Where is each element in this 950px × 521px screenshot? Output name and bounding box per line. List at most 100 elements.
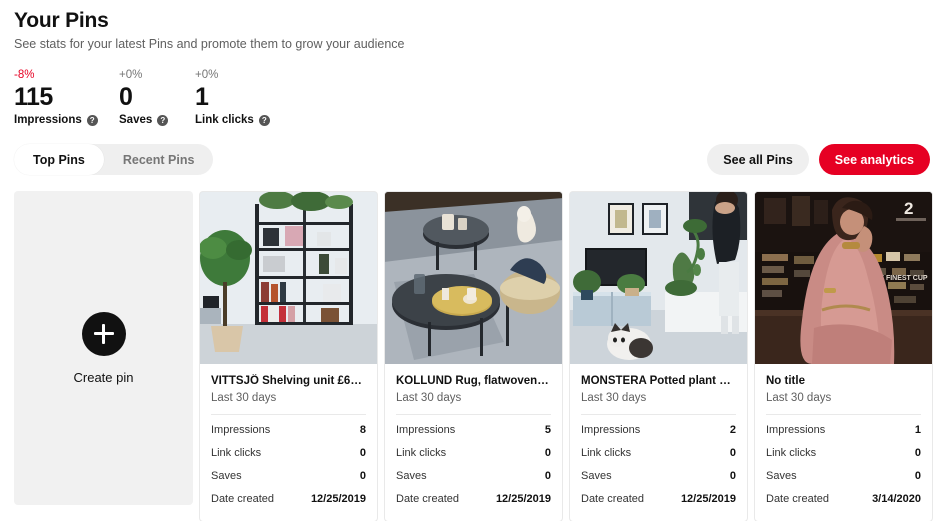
pin-body: VITTSJÖ Shelving unit £65 RA... Last 30 … <box>200 364 377 405</box>
metric-impressions-label: Impressions <box>14 114 82 126</box>
stat-value-date-created: 3/14/2020 <box>872 493 921 505</box>
stat-label-saves: Saves <box>211 470 242 482</box>
metric-link-clicks-label: Link clicks <box>195 114 254 126</box>
metric-impressions-label-row: Impressions ? <box>14 114 119 127</box>
stat-label-date-created: Date created <box>581 493 644 505</box>
metric-impressions-delta: -8% <box>14 69 35 81</box>
pin-period: Last 30 days <box>581 392 647 404</box>
metric-link-clicks-delta: +0% <box>195 69 219 81</box>
stat-value-impressions: 8 <box>359 424 366 436</box>
stat-label-date-created: Date created <box>396 493 459 505</box>
stat-value-impressions: 5 <box>544 424 551 436</box>
metric-saves-delta: +0% <box>119 69 143 81</box>
stat-row-date-created: Date created 3/14/2020 <box>766 488 921 511</box>
pin-image: 2 THE FINEST CUP <box>755 192 932 364</box>
pin-title: No title <box>766 375 805 387</box>
tab-recent-pins[interactable]: Recent Pins <box>104 144 214 175</box>
pin-body: MONSTERA Potted plant £15 K... Last 30 d… <box>570 364 747 405</box>
pin-image <box>385 192 562 364</box>
stat-row-link-clicks: Link clicks 0 <box>211 442 366 465</box>
stat-label-saves: Saves <box>396 470 427 482</box>
create-pin-label: Create pin <box>73 369 134 385</box>
plus-icon <box>81 311 126 356</box>
pin-stats: Impressions 8 Link clicks 0 Saves 0 Date… <box>200 415 377 521</box>
stat-value-saves: 0 <box>914 470 921 482</box>
stat-row-link-clicks: Link clicks 0 <box>766 442 921 465</box>
pin-stats: Impressions 2 Link clicks 0 Saves 0 Date… <box>570 415 747 521</box>
page-header: Your Pins See stats for your latest Pins… <box>14 0 936 52</box>
pin-card[interactable]: MONSTERA Potted plant £15 K... Last 30 d… <box>569 191 748 521</box>
stat-row-link-clicks: Link clicks 0 <box>396 442 551 465</box>
stat-value-link-clicks: 0 <box>359 447 366 459</box>
stat-value-link-clicks: 0 <box>544 447 551 459</box>
pin-image <box>200 192 377 364</box>
stat-row-impressions: Impressions 5 <box>396 419 551 442</box>
stat-label-link-clicks: Link clicks <box>211 447 262 459</box>
stat-label-link-clicks: Link clicks <box>766 447 817 459</box>
pin-body: No title Last 30 days <box>755 364 932 405</box>
pin-grid: Create pin VITTSJÖ Shelving unit £65 Las… <box>14 191 933 521</box>
stat-label-saves: Saves <box>581 470 612 482</box>
stat-value-saves: 0 <box>729 470 736 482</box>
stat-label-link-clicks: Link clicks <box>396 447 447 459</box>
stat-row-impressions: Impressions 1 <box>766 419 921 442</box>
pins-tab-group: Top Pins Recent Pins <box>14 144 214 175</box>
stat-value-date-created: 12/25/2019 <box>495 493 551 505</box>
metric-saves-label-row: Saves ? <box>119 114 195 127</box>
stat-label-impressions: Impressions <box>581 424 641 436</box>
page-subtitle: See stats for your latest Pins and promo… <box>14 37 405 51</box>
pin-period: Last 30 days <box>396 392 462 404</box>
pin-title: VITTSJÖ Shelving unit £65 RA... <box>211 375 366 387</box>
action-buttons: See all Pins See analytics <box>707 144 930 175</box>
pin-card[interactable]: 2 THE FINEST CUP No title Last 30 days I… <box>754 191 933 521</box>
stat-row-saves: Saves 0 <box>211 465 366 488</box>
controls-bar: Top Pins Recent Pins See all Pins See an… <box>14 144 936 176</box>
stat-label-saves: Saves <box>766 470 797 482</box>
metric-impressions-value: 115 <box>14 83 53 111</box>
see-analytics-button[interactable]: See analytics <box>818 144 930 175</box>
pin-title: MONSTERA Potted plant £15 K... <box>581 375 736 387</box>
stat-value-impressions: 1 <box>914 424 921 436</box>
metric-link-clicks-value: 1 <box>195 83 209 111</box>
question-mark-icon[interactable]: ? <box>157 115 169 126</box>
stat-label-impressions: Impressions <box>211 424 271 436</box>
pin-title: KOLLUND Rug, flatwoven £26... <box>396 375 551 387</box>
metric-saves: +0% 0 Saves ? <box>119 69 195 127</box>
stat-value-date-created: 12/25/2019 <box>310 493 366 505</box>
question-mark-icon[interactable]: ? <box>86 115 98 126</box>
stat-label-link-clicks: Link clicks <box>581 447 632 459</box>
create-pin-tile[interactable]: Create pin <box>14 191 193 505</box>
stat-row-date-created: Date created 12/25/2019 <box>581 488 736 511</box>
your-pins-page: Your Pins See stats for your latest Pins… <box>0 0 950 521</box>
stat-value-saves: 0 <box>544 470 551 482</box>
stat-label-impressions: Impressions <box>766 424 826 436</box>
metric-saves-value: 0 <box>119 83 133 111</box>
pin-period: Last 30 days <box>211 392 277 404</box>
pin-body: KOLLUND Rug, flatwoven £26... Last 30 da… <box>385 364 562 405</box>
metric-link-clicks-label-row: Link clicks ? <box>195 114 315 127</box>
stat-row-date-created: Date created 12/25/2019 <box>396 488 551 511</box>
pin-card[interactable]: VITTSJÖ Shelving unit £65 RA... Last 30 … <box>199 191 378 521</box>
pin-stats: Impressions 1 Link clicks 0 Saves 0 Date… <box>755 415 932 521</box>
stat-value-saves: 0 <box>359 470 366 482</box>
stat-label-impressions: Impressions <box>396 424 456 436</box>
metric-impressions: -8% 115 Impressions ? <box>14 69 119 127</box>
stat-row-saves: Saves 0 <box>766 465 921 488</box>
pin-period: Last 30 days <box>766 392 832 404</box>
pin-stats: Impressions 5 Link clicks 0 Saves 0 Date… <box>385 415 562 521</box>
pin-card[interactable]: KOLLUND Rug, flatwoven £26... Last 30 da… <box>384 191 563 521</box>
tab-top-pins[interactable]: Top Pins <box>14 144 104 175</box>
see-all-pins-button[interactable]: See all Pins <box>707 144 809 175</box>
stat-label-date-created: Date created <box>766 493 829 505</box>
stat-row-impressions: Impressions 2 <box>581 419 736 442</box>
summary-metrics: -8% 115 Impressions ? +0% 0 Saves ? +0% … <box>14 69 936 127</box>
metric-saves-label: Saves <box>119 114 153 126</box>
pin-image <box>570 192 747 364</box>
page-title: Your Pins <box>14 9 109 32</box>
stat-row-date-created: Date created 12/25/2019 <box>211 488 366 511</box>
question-mark-icon[interactable]: ? <box>258 115 270 126</box>
svg-text:2: 2 <box>904 199 913 218</box>
metric-link-clicks: +0% 1 Link clicks ? <box>195 69 315 127</box>
stat-row-link-clicks: Link clicks 0 <box>581 442 736 465</box>
stat-row-saves: Saves 0 <box>396 465 551 488</box>
